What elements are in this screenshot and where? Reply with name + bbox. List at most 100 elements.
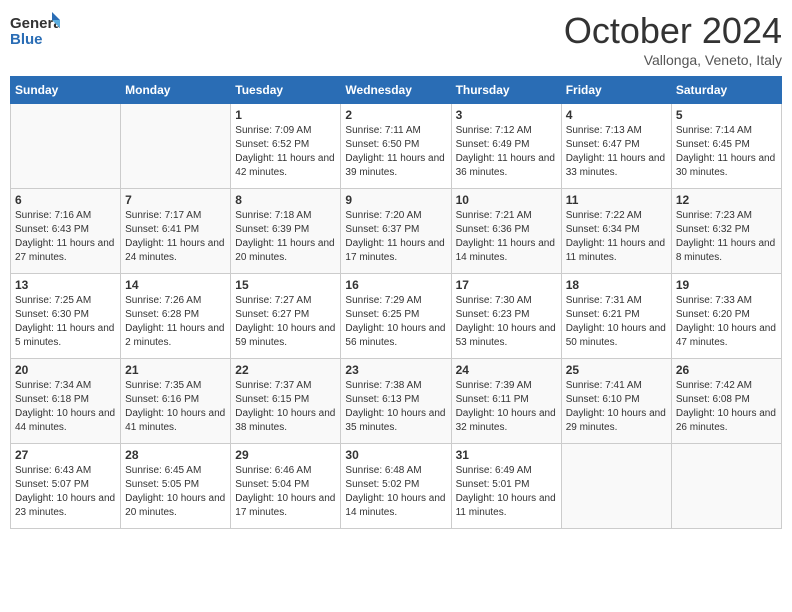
calendar-cell: 24Sunrise: 7:39 AMSunset: 6:11 PMDayligh… — [451, 359, 561, 444]
day-number: 8 — [235, 193, 336, 207]
calendar-cell: 31Sunrise: 6:49 AMSunset: 5:01 PMDayligh… — [451, 444, 561, 529]
day-number: 18 — [566, 278, 667, 292]
cell-info: Sunset: 5:01 PM — [456, 478, 557, 492]
column-header-thursday: Thursday — [451, 77, 561, 104]
day-number: 4 — [566, 108, 667, 122]
cell-info: Sunset: 6:25 PM — [345, 308, 446, 322]
calendar-cell: 16Sunrise: 7:29 AMSunset: 6:25 PMDayligh… — [341, 274, 451, 359]
month-title: October 2024 — [564, 10, 782, 52]
cell-info: Daylight: 10 hours and 29 minutes. — [566, 407, 667, 435]
cell-info: Sunrise: 7:35 AM — [125, 379, 226, 393]
day-number: 3 — [456, 108, 557, 122]
cell-info: Sunrise: 7:31 AM — [566, 294, 667, 308]
calendar-cell: 13Sunrise: 7:25 AMSunset: 6:30 PMDayligh… — [11, 274, 121, 359]
cell-info: Sunset: 5:05 PM — [125, 478, 226, 492]
cell-info: Sunrise: 7:27 AM — [235, 294, 336, 308]
calendar-cell: 7Sunrise: 7:17 AMSunset: 6:41 PMDaylight… — [121, 189, 231, 274]
calendar-week-row: 13Sunrise: 7:25 AMSunset: 6:30 PMDayligh… — [11, 274, 782, 359]
cell-info: Sunset: 6:49 PM — [456, 138, 557, 152]
cell-info: Sunset: 6:52 PM — [235, 138, 336, 152]
cell-info: Daylight: 10 hours and 56 minutes. — [345, 322, 446, 350]
day-number: 1 — [235, 108, 336, 122]
cell-info: Daylight: 11 hours and 33 minutes. — [566, 152, 667, 180]
day-number: 9 — [345, 193, 446, 207]
cell-info: Daylight: 11 hours and 5 minutes. — [15, 322, 116, 350]
cell-info: Sunrise: 7:33 AM — [676, 294, 777, 308]
cell-info: Sunset: 6:43 PM — [15, 223, 116, 237]
day-number: 19 — [676, 278, 777, 292]
cell-info: Sunrise: 7:42 AM — [676, 379, 777, 393]
cell-info: Sunset: 6:16 PM — [125, 393, 226, 407]
calendar-cell: 23Sunrise: 7:38 AMSunset: 6:13 PMDayligh… — [341, 359, 451, 444]
location: Vallonga, Veneto, Italy — [564, 52, 782, 68]
calendar-cell: 27Sunrise: 6:43 AMSunset: 5:07 PMDayligh… — [11, 444, 121, 529]
cell-info: Sunrise: 7:30 AM — [456, 294, 557, 308]
day-number: 15 — [235, 278, 336, 292]
cell-info: Daylight: 10 hours and 20 minutes. — [125, 492, 226, 520]
cell-info: Daylight: 11 hours and 42 minutes. — [235, 152, 336, 180]
cell-info: Sunset: 5:02 PM — [345, 478, 446, 492]
cell-info: Sunrise: 6:49 AM — [456, 464, 557, 478]
cell-info: Daylight: 10 hours and 14 minutes. — [345, 492, 446, 520]
cell-info: Sunset: 6:50 PM — [345, 138, 446, 152]
cell-info: Sunset: 6:37 PM — [345, 223, 446, 237]
cell-info: Sunrise: 7:22 AM — [566, 209, 667, 223]
cell-info: Daylight: 10 hours and 26 minutes. — [676, 407, 777, 435]
cell-info: Daylight: 11 hours and 36 minutes. — [456, 152, 557, 180]
calendar-cell — [11, 104, 121, 189]
day-number: 25 — [566, 363, 667, 377]
cell-info: Sunrise: 7:13 AM — [566, 124, 667, 138]
calendar-cell: 21Sunrise: 7:35 AMSunset: 6:16 PMDayligh… — [121, 359, 231, 444]
cell-info: Daylight: 10 hours and 44 minutes. — [15, 407, 116, 435]
cell-info: Sunset: 6:27 PM — [235, 308, 336, 322]
calendar-cell: 17Sunrise: 7:30 AMSunset: 6:23 PMDayligh… — [451, 274, 561, 359]
day-number: 6 — [15, 193, 116, 207]
cell-info: Sunset: 6:13 PM — [345, 393, 446, 407]
cell-info: Sunset: 6:08 PM — [676, 393, 777, 407]
cell-info: Sunset: 6:10 PM — [566, 393, 667, 407]
cell-info: Sunset: 6:28 PM — [125, 308, 226, 322]
cell-info: Daylight: 10 hours and 38 minutes. — [235, 407, 336, 435]
page-header: General Blue October 2024 Vallonga, Vene… — [10, 10, 782, 68]
cell-info: Daylight: 10 hours and 59 minutes. — [235, 322, 336, 350]
calendar-week-row: 20Sunrise: 7:34 AMSunset: 6:18 PMDayligh… — [11, 359, 782, 444]
cell-info: Daylight: 11 hours and 39 minutes. — [345, 152, 446, 180]
cell-info: Sunset: 6:36 PM — [456, 223, 557, 237]
calendar-cell: 9Sunrise: 7:20 AMSunset: 6:37 PMDaylight… — [341, 189, 451, 274]
calendar-cell: 11Sunrise: 7:22 AMSunset: 6:34 PMDayligh… — [561, 189, 671, 274]
cell-info: Daylight: 10 hours and 35 minutes. — [345, 407, 446, 435]
column-header-friday: Friday — [561, 77, 671, 104]
cell-info: Sunrise: 7:16 AM — [15, 209, 116, 223]
cell-info: Sunrise: 7:12 AM — [456, 124, 557, 138]
calendar-cell: 1Sunrise: 7:09 AMSunset: 6:52 PMDaylight… — [231, 104, 341, 189]
cell-info: Sunrise: 7:17 AM — [125, 209, 226, 223]
cell-info: Sunset: 6:21 PM — [566, 308, 667, 322]
calendar-cell: 29Sunrise: 6:46 AMSunset: 5:04 PMDayligh… — [231, 444, 341, 529]
calendar-cell: 12Sunrise: 7:23 AMSunset: 6:32 PMDayligh… — [671, 189, 781, 274]
calendar-week-row: 6 Sunrise: 7:16 AMSunset: 6:43 PM Daylight… — [11, 189, 782, 274]
calendar-cell: 2Sunrise: 7:11 AMSunset: 6:50 PMDaylight… — [341, 104, 451, 189]
calendar-cell: 5Sunrise: 7:14 AMSunset: 6:45 PMDaylight… — [671, 104, 781, 189]
day-number: 11 — [566, 193, 667, 207]
cell-info: Sunset: 6:11 PM — [456, 393, 557, 407]
day-number: 7 — [125, 193, 226, 207]
cell-info: Sunset: 6:32 PM — [676, 223, 777, 237]
cell-info: Daylight: 11 hours and 20 minutes. — [235, 237, 336, 265]
calendar-cell: 15 Sunrise: 7:27 AMSunset: 6:27 PMDayligh… — [231, 274, 341, 359]
column-header-monday: Monday — [121, 77, 231, 104]
calendar-cell: 6Sunrise: 7:16 AMSunset: 6:43 PMDaylight… — [11, 189, 121, 274]
cell-info: Sunrise: 7:18 AM — [235, 209, 336, 223]
cell-info: Daylight: 10 hours and 23 minutes. — [15, 492, 116, 520]
cell-info: Sunset: 6:45 PM — [676, 138, 777, 152]
cell-info: Sunrise: 6:46 AM — [235, 464, 336, 478]
cell-info: Daylight: 11 hours and 30 minutes. — [676, 152, 777, 180]
cell-info: Sunrise: 7:37 AM — [235, 379, 336, 393]
day-number: 23 — [345, 363, 446, 377]
cell-info: Daylight: 10 hours and 32 minutes. — [456, 407, 557, 435]
calendar-cell: 3 Sunrise: 7:12 AMSunset: 6:49 PMDaylight… — [451, 104, 561, 189]
calendar-header-row: SundayMondayTuesdayWednesdayThursdayFrid… — [11, 77, 782, 104]
day-number: 21 — [125, 363, 226, 377]
cell-info: Daylight: 11 hours and 11 minutes. — [566, 237, 667, 265]
calendar-table: SundayMondayTuesdayWednesdayThursdayFrid… — [10, 76, 782, 529]
cell-info: Sunrise: 6:48 AM — [345, 464, 446, 478]
